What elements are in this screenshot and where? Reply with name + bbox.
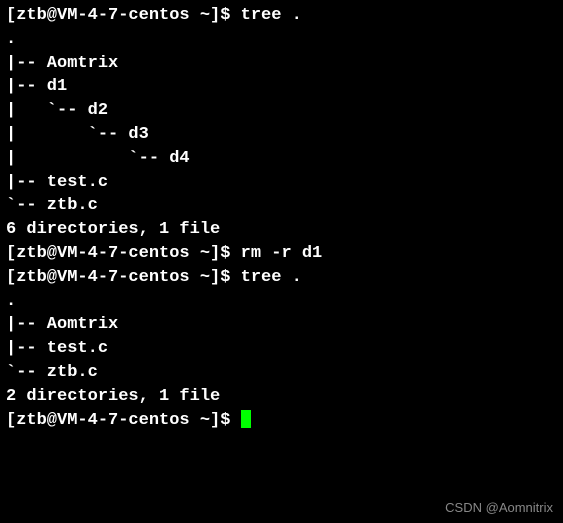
cursor-icon	[241, 410, 251, 428]
terminal-line: |-- test.c	[6, 337, 557, 361]
terminal-line: | `-- d4	[6, 147, 557, 171]
terminal-line: | `-- d3	[6, 123, 557, 147]
terminal-line: |-- test.c	[6, 171, 557, 195]
terminal-prompt-line[interactable]: [ztb@VM-4-7-centos ~]$	[6, 409, 557, 433]
terminal-line: |-- Aomtrix	[6, 52, 557, 76]
terminal-line: 6 directories, 1 file	[6, 218, 557, 242]
terminal-line: .	[6, 290, 557, 314]
terminal-output: [ztb@VM-4-7-centos ~]$ tree . . |-- Aomt…	[6, 4, 557, 432]
terminal-line: `-- ztb.c	[6, 194, 557, 218]
terminal-prompt: [ztb@VM-4-7-centos ~]$	[6, 411, 241, 430]
terminal-line: `-- ztb.c	[6, 361, 557, 385]
terminal-line: | `-- d2	[6, 99, 557, 123]
terminal-line: |-- d1	[6, 75, 557, 99]
terminal-line: [ztb@VM-4-7-centos ~]$ tree .	[6, 266, 557, 290]
terminal-line: |-- Aomtrix	[6, 313, 557, 337]
watermark-text: CSDN @Aomnitrix	[445, 499, 553, 517]
terminal-line: 2 directories, 1 file	[6, 385, 557, 409]
terminal-line: .	[6, 28, 557, 52]
terminal-line: [ztb@VM-4-7-centos ~]$ tree .	[6, 4, 557, 28]
terminal-line: [ztb@VM-4-7-centos ~]$ rm -r d1	[6, 242, 557, 266]
